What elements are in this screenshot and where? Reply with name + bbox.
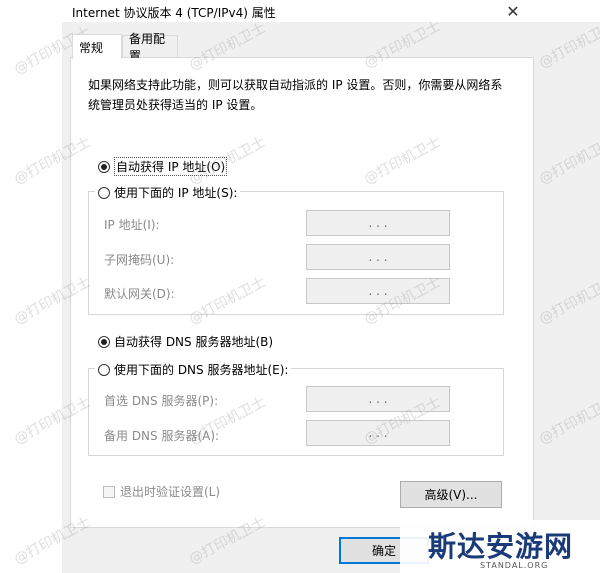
radio-manual-ip[interactable]: 使用下面的 IP 地址(S): (95, 184, 241, 201)
tab-label: 常规 (79, 40, 104, 55)
subnet-mask-input[interactable]: . . . (306, 244, 450, 270)
radio-indicator[interactable] (98, 160, 110, 173)
ok-button-label: 确定 (371, 544, 396, 558)
ip-address-input[interactable]: . . . (306, 210, 450, 236)
description-text: 如果网络支持此功能，则可以获取自动指派的 IP 设置。否则，你需要从网络系统管理… (88, 78, 503, 112)
default-gateway-label: 默认网关(D): (104, 287, 175, 301)
brand-domain: STANDAL.ORG (480, 561, 549, 570)
subnet-mask-label: 子网掩码(U): (104, 253, 175, 267)
preferred-dns-label: 首选 DNS 服务器(P): (104, 394, 219, 408)
radio-manual-dns[interactable]: 使用下面的 DNS 服务器地址(E): (95, 361, 292, 378)
close-icon: ✕ (506, 1, 520, 21)
radio-indicator[interactable] (98, 363, 110, 376)
close-button[interactable]: ✕ (498, 0, 528, 22)
ip-address-label: IP 地址(I): (104, 218, 160, 232)
radio-label: 使用下面的 DNS 服务器地址(E): (114, 363, 289, 377)
advanced-button-label: 高级(V)... (424, 488, 478, 502)
radio-indicator[interactable] (98, 186, 110, 199)
radio-label: 使用下面的 IP 地址(S): (114, 186, 238, 200)
preferred-dns-value: . . . (368, 392, 388, 406)
validate-on-exit-checkbox[interactable]: 退出时验证设置(L) (103, 483, 220, 500)
brand-logo-text: 斯达安游网 (428, 530, 574, 563)
checkbox-label: 退出时验证设置(L) (120, 485, 221, 499)
tab-alternate-config[interactable]: 备用配置 (122, 32, 178, 63)
radio-label: 自动获得 DNS 服务器地址(B) (114, 335, 274, 349)
default-gateway-value: . . . (368, 284, 388, 298)
subnet-mask-value: . . . (368, 250, 388, 264)
ip-address-value: . . . (368, 216, 388, 230)
window-title: Internet 协议版本 4 (TCP/IPv4) 属性 (72, 6, 276, 20)
radio-auto-dns[interactable]: 自动获得 DNS 服务器地址(B) (98, 333, 273, 350)
radio-indicator[interactable] (98, 335, 110, 348)
advanced-button[interactable]: 高级(V)... (400, 481, 502, 508)
checkbox-indicator[interactable] (103, 485, 115, 498)
tab-general[interactable]: 常规 (72, 34, 122, 59)
